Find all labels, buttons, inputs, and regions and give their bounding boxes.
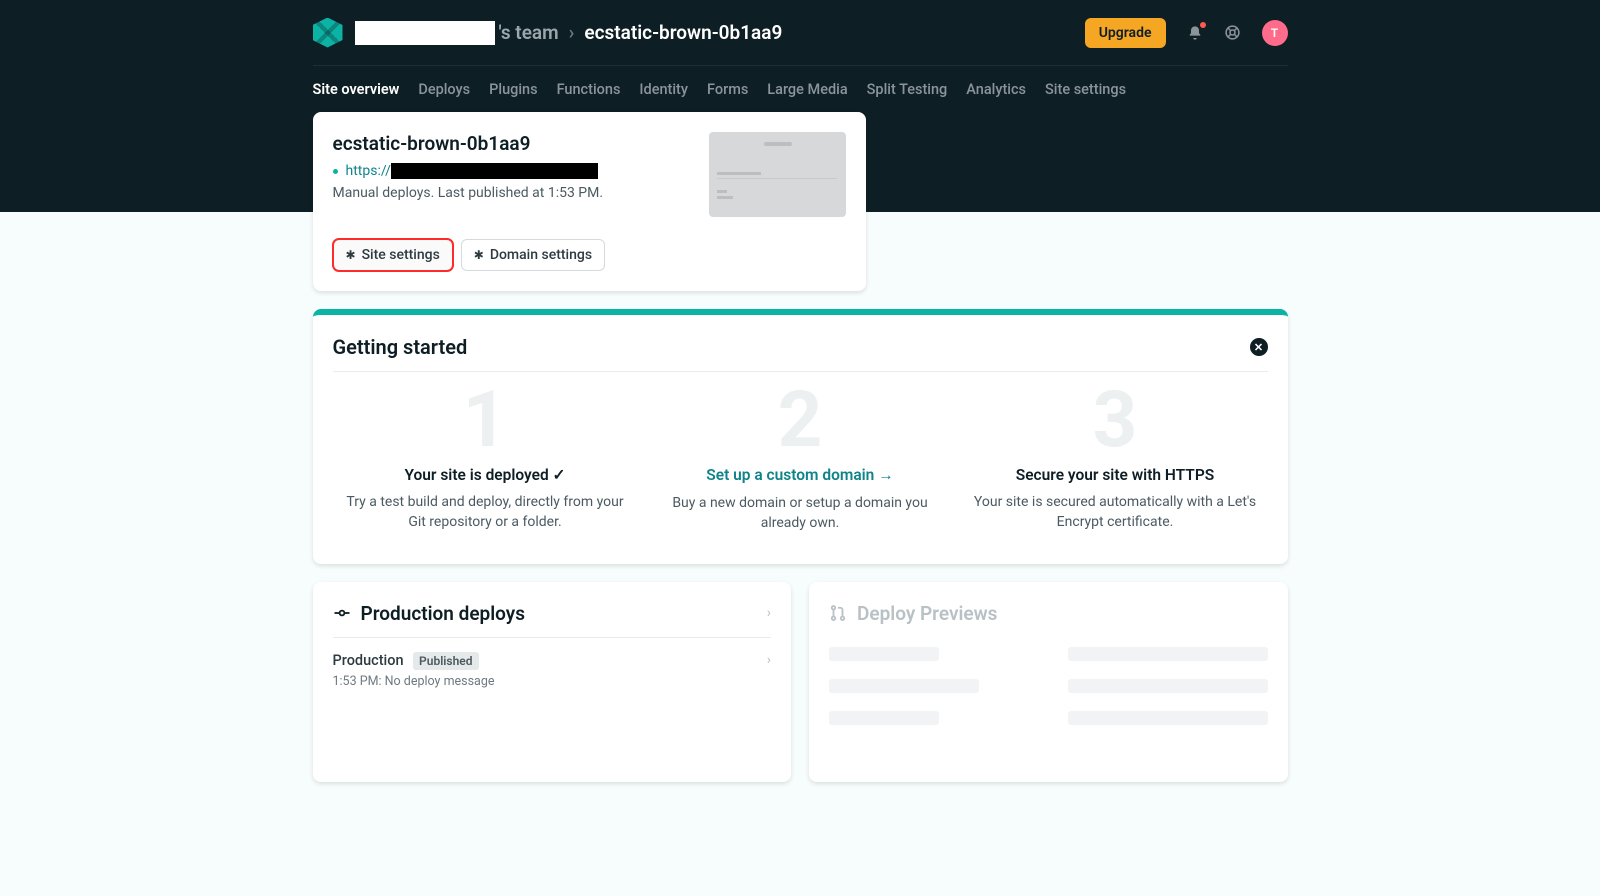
- tab-analytics[interactable]: Analytics: [966, 81, 1026, 98]
- deploy-subtext: 1:53 PM: No deploy message: [333, 674, 495, 689]
- step-3-desc: Your site is secured automatically with …: [973, 492, 1258, 533]
- site-url-prefix: https://: [346, 163, 391, 179]
- user-avatar[interactable]: T: [1262, 20, 1288, 46]
- help-lifebuoy-icon[interactable]: [1224, 24, 1242, 42]
- team-name-redacted: [355, 21, 495, 45]
- netlify-logo-icon[interactable]: [313, 18, 343, 48]
- site-url-link[interactable]: https://: [346, 163, 598, 179]
- domain-settings-button[interactable]: ✱ Domain settings: [461, 239, 605, 271]
- upgrade-button[interactable]: Upgrade: [1085, 18, 1166, 48]
- status-badge: Published: [413, 652, 478, 670]
- close-icon[interactable]: ✕: [1250, 338, 1268, 356]
- step-3-title: Secure your site with HTTPS: [973, 466, 1258, 484]
- site-nav-tabs: Site overview Deploys Plugins Functions …: [313, 66, 1288, 112]
- production-deploys-card: Production deploys › Production Publishe…: [313, 582, 792, 782]
- commit-icon: [333, 604, 351, 622]
- site-settings-button-label: Site settings: [362, 247, 440, 263]
- status-dot-icon: [333, 169, 338, 174]
- deploy-previews-title: Deploy Previews: [857, 602, 997, 625]
- gear-icon: ✱: [474, 248, 484, 262]
- breadcrumb: 's team › ecstatic-brown-0b1aa9: [355, 21, 783, 45]
- tab-split-testing[interactable]: Split Testing: [867, 81, 948, 98]
- notifications-bell-icon[interactable]: [1186, 24, 1204, 42]
- domain-settings-button-label: Domain settings: [490, 247, 592, 263]
- step-2-desc: Buy a new domain or setup a domain you a…: [658, 493, 943, 534]
- site-settings-button[interactable]: ✱ Site settings: [333, 239, 453, 271]
- site-title: ecstatic-brown-0b1aa9: [333, 132, 604, 155]
- tab-forms[interactable]: Forms: [707, 81, 748, 98]
- chevron-right-icon[interactable]: ›: [767, 652, 771, 668]
- getting-started-card: Getting started ✕ 1 Your site is deploye…: [313, 309, 1288, 564]
- deploy-row[interactable]: Production Published 1:53 PM: No deploy …: [333, 652, 772, 689]
- gear-icon: ✱: [346, 248, 356, 262]
- tab-large-media[interactable]: Large Media: [767, 81, 847, 98]
- step-2-title[interactable]: Set up a custom domain →: [658, 466, 943, 485]
- pull-request-icon: [829, 604, 847, 622]
- step-3: 3 Secure your site with HTTPS Your site …: [963, 382, 1268, 534]
- tab-plugins[interactable]: Plugins: [489, 81, 537, 98]
- step-1-title: Your site is deployed ✓: [343, 466, 628, 484]
- chevron-right-icon[interactable]: ›: [767, 605, 771, 621]
- team-suffix[interactable]: 's team: [499, 21, 559, 44]
- breadcrumb-site-name[interactable]: ecstatic-brown-0b1aa9: [584, 21, 782, 44]
- site-deploy-meta: Manual deploys. Last published at 1:53 P…: [333, 185, 604, 201]
- tab-functions[interactable]: Functions: [557, 81, 621, 98]
- deploy-env-label: Production: [333, 652, 404, 669]
- tab-site-settings[interactable]: Site settings: [1045, 81, 1126, 98]
- step-1-desc: Try a test build and deploy, directly fr…: [343, 492, 628, 533]
- tab-deploys[interactable]: Deploys: [418, 81, 470, 98]
- site-thumbnail[interactable]: [709, 132, 846, 217]
- getting-started-title: Getting started: [333, 335, 468, 359]
- step-1: 1 Your site is deployed ✓ Try a test bui…: [333, 382, 638, 534]
- step-2[interactable]: 2 Set up a custom domain → Buy a new dom…: [648, 382, 953, 534]
- notification-dot: [1200, 22, 1206, 28]
- tab-identity[interactable]: Identity: [639, 81, 688, 98]
- production-deploys-title: Production deploys: [361, 602, 526, 625]
- breadcrumb-separator: ›: [569, 21, 575, 44]
- tab-site-overview[interactable]: Site overview: [313, 81, 400, 98]
- step-number: 2: [658, 382, 943, 460]
- step-number: 1: [343, 382, 628, 460]
- loading-skeleton: [829, 647, 1268, 725]
- step-number: 3: [973, 382, 1258, 460]
- deploy-previews-card: Deploy Previews: [809, 582, 1288, 782]
- site-summary-card: ecstatic-brown-0b1aa9 https:// Manual de…: [313, 112, 866, 291]
- site-url-redacted: [391, 163, 598, 179]
